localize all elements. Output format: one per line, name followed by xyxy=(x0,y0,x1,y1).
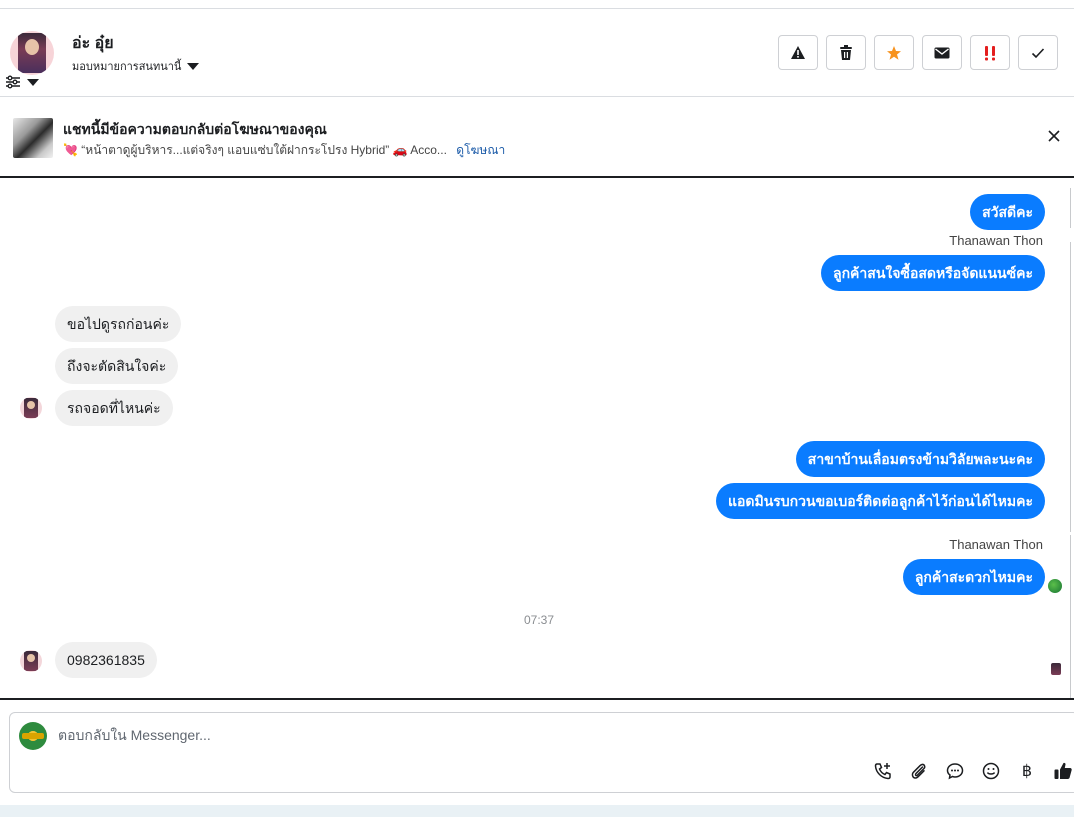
baht-icon: ฿ xyxy=(1021,763,1033,780)
sender-name: Thanawan Thon xyxy=(949,233,1043,248)
assign-label: มอบหมายการสนทนานี้ xyxy=(72,61,182,73)
reply-composer: ฿ xyxy=(9,712,1074,793)
thumbs-up-icon xyxy=(1054,762,1072,779)
chat-bubble-icon xyxy=(946,763,964,780)
message-incoming[interactable]: ถึงจะตัดสินใจค่ะ xyxy=(55,348,179,384)
contact-avatar[interactable] xyxy=(10,31,54,75)
message-thread[interactable]: สวัสดีคะ Thanawan Thon ลูกค้าสนใจซื้อสดห… xyxy=(0,180,1074,698)
mark-important-button[interactable] xyxy=(970,35,1010,70)
composer-tools: ฿ xyxy=(872,760,1074,782)
conversation-actions xyxy=(778,35,1058,70)
message-incoming[interactable]: ขอไปดูรถก่อนค่ะ xyxy=(55,306,182,342)
side-panel-edge xyxy=(1070,188,1071,228)
contact-name[interactable]: อ่ะ อุ๋ย xyxy=(72,31,114,56)
ad-description-text: “หน้าตาดูผู้บริหาร...แต่จริงๆ แอบแซ่บใต้… xyxy=(81,143,447,157)
ad-thumbnail[interactable] xyxy=(13,118,53,158)
spam-icon xyxy=(791,46,805,59)
emoji-button[interactable] xyxy=(980,760,1002,782)
message-outgoing[interactable]: ลูกค้าสนใจซื้อสดหรือจัดแนนซ์คะ xyxy=(821,255,1045,291)
bottom-panel-strip xyxy=(0,805,1074,817)
paperclip-icon xyxy=(911,763,926,779)
composer-divider xyxy=(0,698,1074,700)
heart-icon: 💘 xyxy=(63,143,78,157)
ad-banner-description: 💘 “หน้าตาดูผู้บริหาร...แต่จริงๆ แอบแซ่บใ… xyxy=(63,141,505,160)
message-incoming[interactable]: รถจอดที่ไหนค่ะ xyxy=(55,390,173,426)
side-panel-edge xyxy=(1070,535,1071,698)
contact-avatar-small xyxy=(20,397,42,419)
trash-icon xyxy=(840,44,852,60)
message-incoming[interactable]: 0982361835 xyxy=(55,642,157,678)
message-timestamp: 07:37 xyxy=(524,613,555,627)
attach-button[interactable] xyxy=(908,760,930,782)
call-add-icon xyxy=(874,763,891,780)
side-panel-edge xyxy=(1070,242,1071,532)
filter-control[interactable] xyxy=(5,75,39,89)
star-button[interactable] xyxy=(874,35,914,70)
important-icon xyxy=(985,45,995,60)
ad-banner-title: แชทนี้มีข้อความตอบกลับต่อโฆษณาของคุณ xyxy=(63,121,327,137)
sender-name: Thanawan Thon xyxy=(949,537,1043,552)
chevron-down-icon xyxy=(27,78,39,86)
mark-unread-button[interactable] xyxy=(922,35,962,70)
like-button[interactable] xyxy=(1052,760,1074,782)
seen-indicator-avatar xyxy=(1048,579,1062,593)
reply-input[interactable] xyxy=(58,727,758,743)
saved-replies-button[interactable] xyxy=(944,760,966,782)
close-icon[interactable] xyxy=(1046,128,1062,144)
ad-reply-banner: แชทนี้มีข้อความตอบกลับต่อโฆษณาของคุณ 💘 “… xyxy=(0,98,1074,178)
mark-spam-button[interactable] xyxy=(778,35,818,70)
call-button[interactable] xyxy=(872,760,894,782)
envelope-icon xyxy=(934,47,950,58)
view-ad-link[interactable]: ดูโฆษณา xyxy=(456,143,505,157)
payment-button[interactable]: ฿ xyxy=(1016,760,1038,782)
page-avatar xyxy=(19,722,47,750)
read-receipt-avatar xyxy=(1051,663,1061,675)
check-icon xyxy=(1031,47,1045,58)
sliders-icon xyxy=(6,75,20,89)
message-outgoing[interactable]: แอดมินรบกวนขอเบอร์ติดต่อลูกค้าไว้ก่อนได้… xyxy=(715,483,1045,519)
mark-done-button[interactable] xyxy=(1018,35,1058,70)
message-outgoing[interactable]: สวัสดีคะ xyxy=(970,194,1045,230)
contact-avatar-small xyxy=(20,650,42,672)
emoji-icon xyxy=(982,762,1000,780)
conversation-header: อ่ะ อุ๋ย มอบหมายการสนทนานี้ xyxy=(0,9,1074,97)
delete-button[interactable] xyxy=(826,35,866,70)
assign-conversation-dropdown[interactable]: มอบหมายการสนทนานี้ xyxy=(72,57,200,75)
messenger-conversation: อ่ะ อุ๋ย มอบหมายการสนทนานี้ แชทนี้มีข้อค… xyxy=(0,0,1074,817)
chevron-down-icon xyxy=(187,62,200,70)
star-icon xyxy=(887,45,901,60)
message-outgoing[interactable]: ลูกค้าสะดวกไหมคะ xyxy=(902,559,1045,595)
message-outgoing[interactable]: สาขาบ้านเลื่อมตรงข้ามวิลัยพละนะคะ xyxy=(795,441,1045,477)
